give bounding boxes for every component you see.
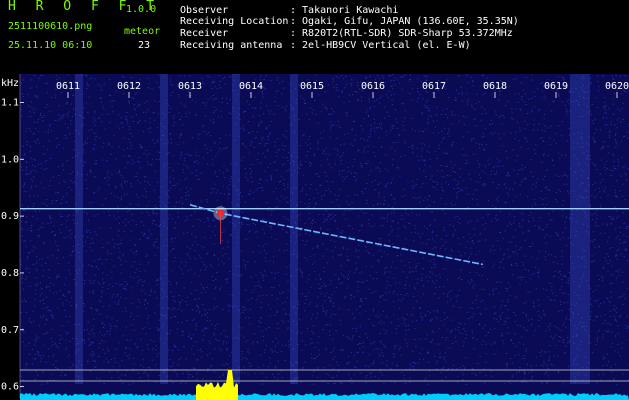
timestamp: 25.11.10 06:10 [8,40,93,51]
antenna-key: Receiving antenna [180,40,283,51]
x-tick-label: 0619 [544,81,568,92]
noise-band [75,74,83,384]
x-tick-label: 0620 [605,81,629,92]
spectrogram: kHz 0611 0612 0613 0614 0615 0616 0617 0618 0619… [0,0,629,400]
meteor-count: 23 [138,40,151,51]
x-tick-label: 0614 [239,81,263,92]
noise-band [232,74,240,384]
file-name: 2511100610.png [8,21,93,32]
location-value: : Ogaki, Gifu, JAPAN (136.60E, 35.35N) [290,16,519,27]
y-tick-label: 0.6 [1,382,19,393]
x-tick-label: 0611 [56,81,80,92]
spectrogram-plot [20,74,629,400]
x-tick-label: 0613 [178,81,202,92]
observer-value: : Takanori Kawachi [290,5,399,16]
location-key: Receiving Location [180,16,289,27]
meteor-label: meteor [124,26,161,37]
y-tick-label: 0.8 [1,268,19,279]
y-tick-label: 1.0 [1,154,19,165]
receiver-value: : R820T2(RTL-SDR) SDR-Sharp 53.372MHz [290,28,513,39]
x-tick-label: 0618 [483,81,507,92]
y-tick-label: 0.9 [1,211,19,222]
y-tick-label: 1.1 [1,97,19,108]
spectrogram-background [20,74,629,398]
app-version: 1.0.0 [126,4,157,15]
x-tick-label: 0616 [361,81,385,92]
receiver-key: Receiver [180,28,229,39]
noise-band [570,74,590,384]
y-axis-label: kHz [1,78,19,89]
noise-band [290,74,298,384]
x-tick-label: 0617 [422,81,446,92]
y-tick-label: 0.7 [1,325,19,336]
observer-key: Observer [180,5,229,16]
x-tick-label: 0615 [300,81,324,92]
noise-band [160,74,168,384]
antenna-value: : 2el-HB9CV Vertical (el. E-W) [290,40,471,51]
x-tick-label: 0612 [117,81,141,92]
